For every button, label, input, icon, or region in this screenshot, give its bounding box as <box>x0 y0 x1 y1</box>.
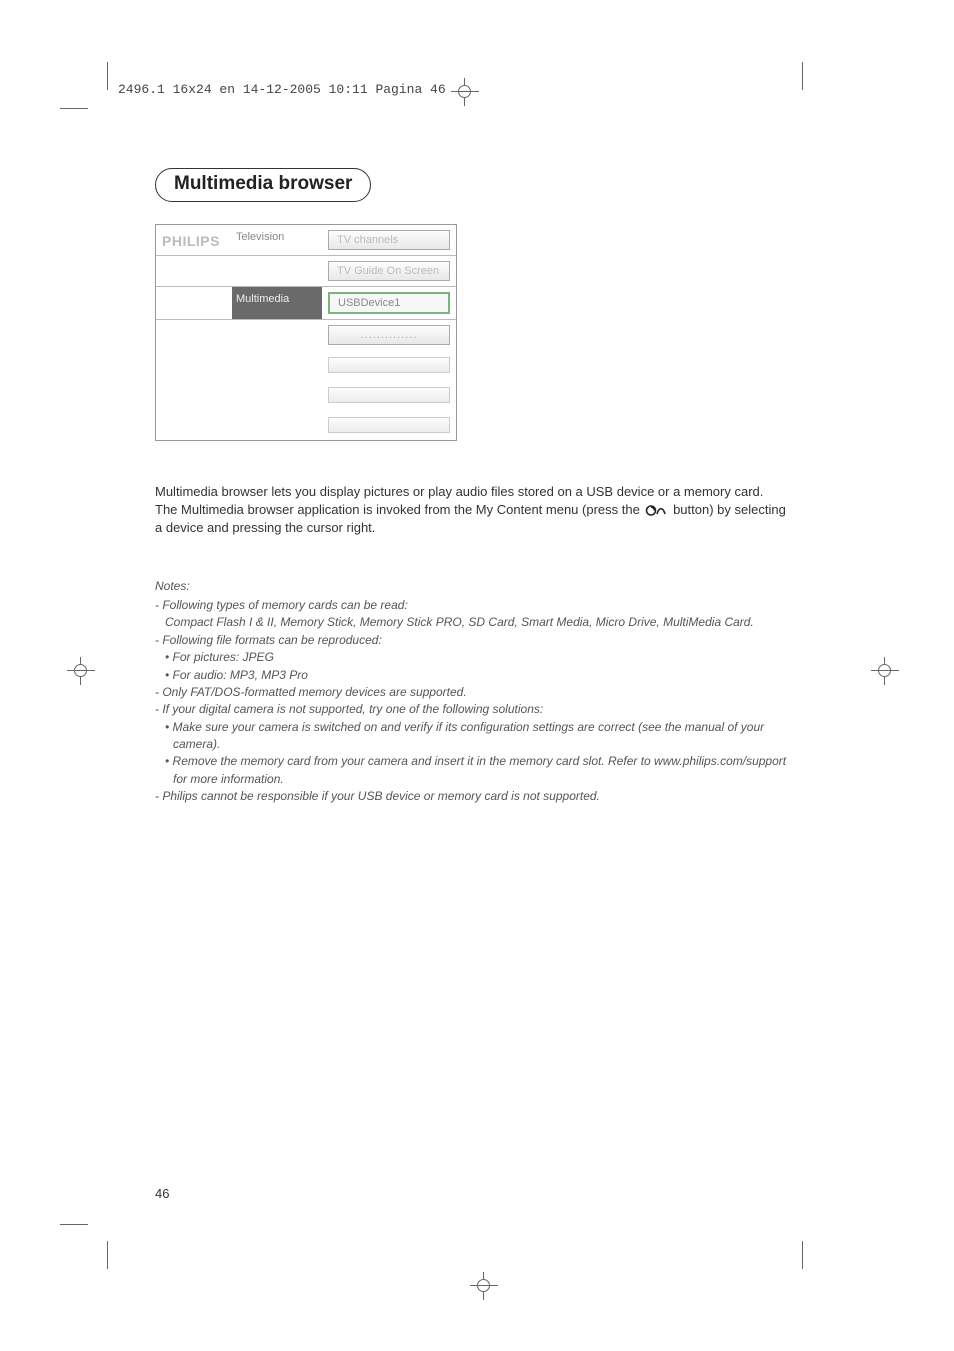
menu-item-placeholder: .............. <box>328 325 450 345</box>
crop-mark <box>802 1241 803 1269</box>
registration-mark <box>871 657 899 685</box>
note-item: Compact Flash I & II, Memory Stick, Memo… <box>155 614 795 631</box>
menu-item-empty <box>328 357 450 373</box>
note-item: - Philips cannot be responsible if your … <box>155 788 795 805</box>
crop-mark <box>60 108 88 109</box>
intro-p2: The Multimedia browser application is in… <box>155 501 795 537</box>
crop-mark <box>107 1241 108 1269</box>
note-item: • For pictures: JPEG <box>155 649 795 666</box>
registration-mark <box>67 657 95 685</box>
intro-p2a: The Multimedia browser application is in… <box>155 502 643 517</box>
menu-item-tv-guide: TV Guide On Screen <box>328 261 450 281</box>
note-item: • For audio: MP3, MP3 Pro <box>155 667 795 684</box>
ui-screenshot-panel: PHILIPS Television TV channels TV Guide … <box>155 224 457 441</box>
notes-header: Notes: <box>155 578 795 595</box>
menu-item-empty <box>328 417 450 433</box>
note-item: - If your digital camera is not supporte… <box>155 701 795 718</box>
crop-mark <box>107 62 108 90</box>
note-item: - Following file formats can be reproduc… <box>155 632 795 649</box>
page-number: 46 <box>155 1186 169 1201</box>
notes-section: Notes: - Following types of memory cards… <box>155 578 795 806</box>
menu-category-multimedia-selected: Multimedia <box>232 287 322 319</box>
menu-item-tv-channels: TV channels <box>328 230 450 250</box>
print-header: 2496.1 16x24 en 14-12-2005 10:11 Pagina … <box>118 82 446 97</box>
menu-category-television: Television <box>232 225 322 255</box>
notes-list: - Following types of memory cards can be… <box>155 597 795 806</box>
intro-paragraphs: Multimedia browser lets you display pict… <box>155 483 795 538</box>
intro-p1: Multimedia browser lets you display pict… <box>155 483 795 501</box>
menu-item-empty <box>328 387 450 403</box>
registration-mark <box>451 78 479 106</box>
my-content-icon <box>645 504 667 517</box>
page-content: Multimedia browser PHILIPS Television TV… <box>155 168 795 806</box>
crop-mark <box>802 62 803 90</box>
note-item: - Only FAT/DOS-formatted memory devices … <box>155 684 795 701</box>
crop-mark <box>60 1224 88 1225</box>
note-item: - Following types of memory cards can be… <box>155 597 795 614</box>
note-item: • Remove the memory card from your camer… <box>155 753 795 788</box>
section-title: Multimedia browser <box>155 168 371 202</box>
menu-item-usbdevice-selected: USBDevice1 <box>328 292 450 314</box>
brand-label: PHILIPS <box>156 225 232 255</box>
note-item: • Make sure your camera is switched on a… <box>155 719 795 754</box>
registration-mark <box>470 1272 498 1300</box>
